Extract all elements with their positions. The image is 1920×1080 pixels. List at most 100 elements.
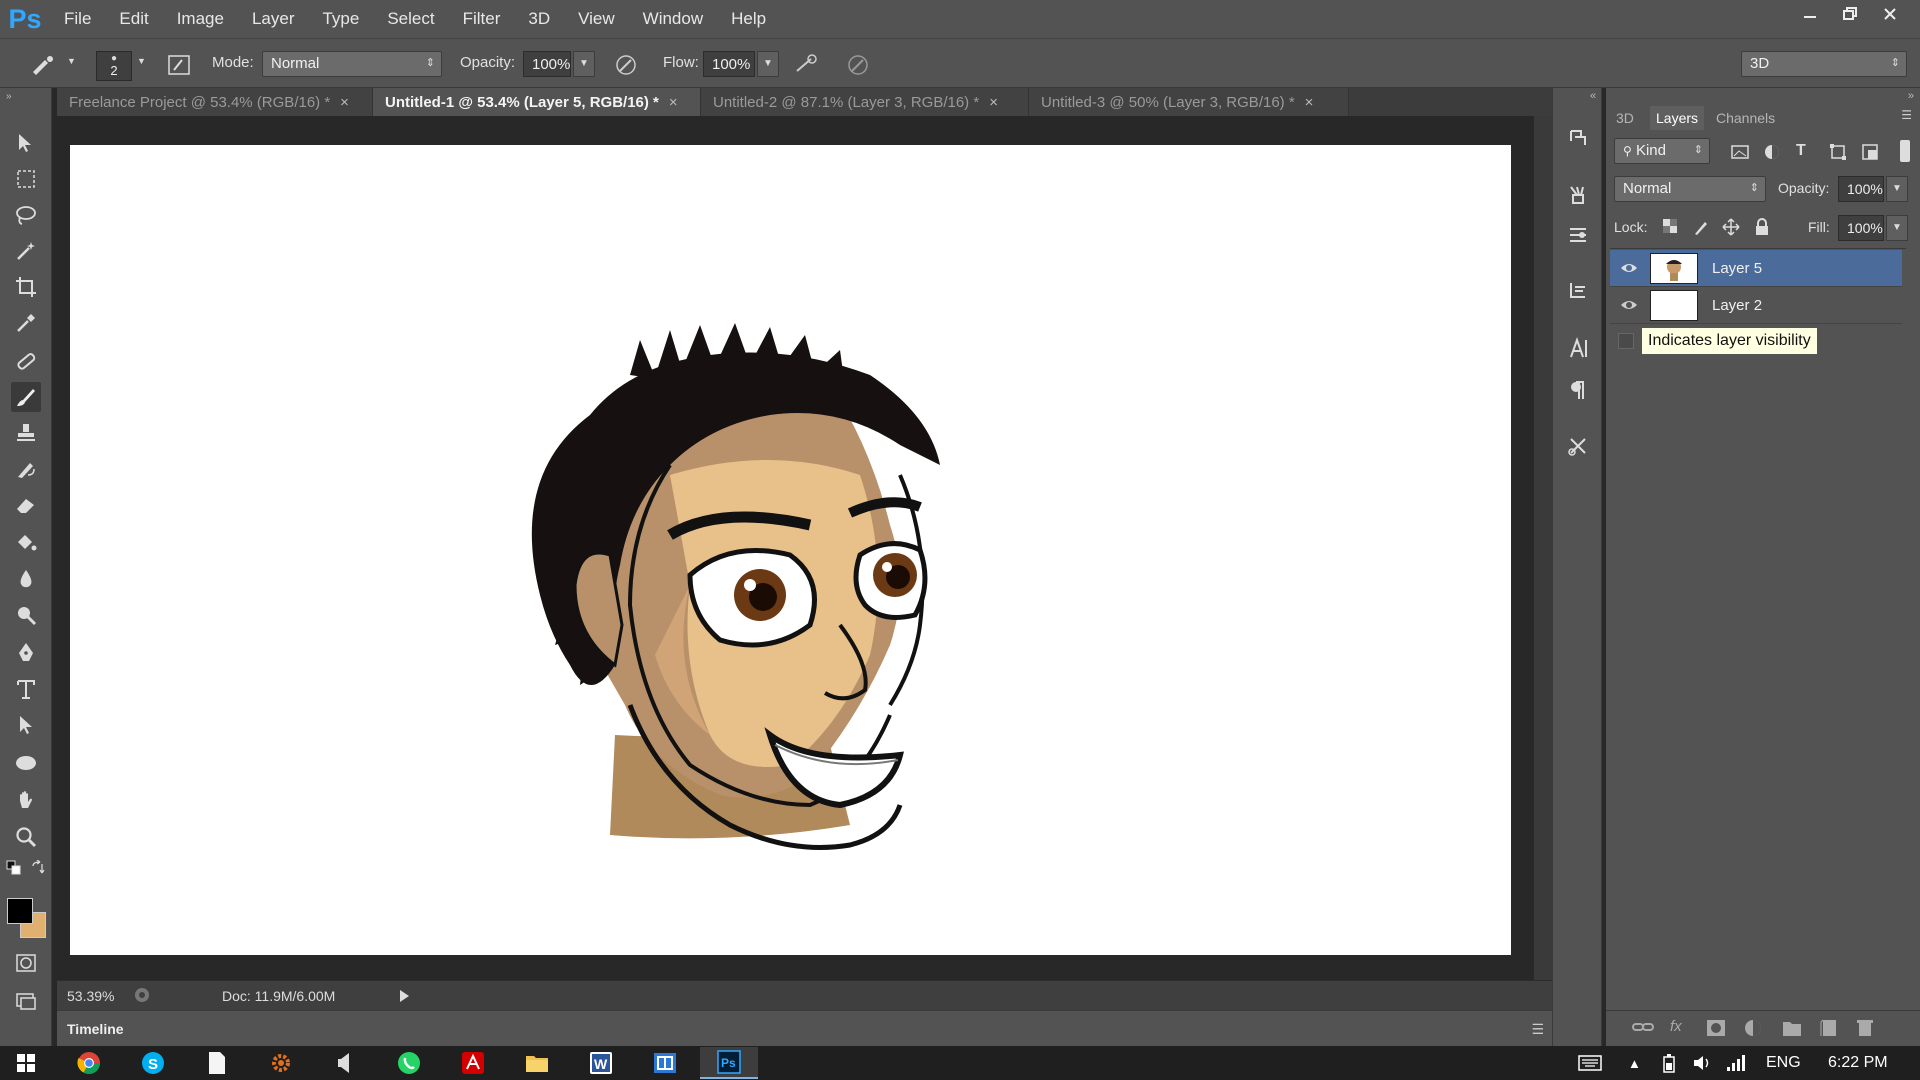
collapse-arrows-icon[interactable]: «: [1590, 90, 1596, 102]
filter-toggle[interactable]: [1900, 140, 1910, 162]
menu-type[interactable]: Type: [308, 0, 373, 38]
link-layers-icon[interactable]: [1632, 1019, 1654, 1035]
close-tab-icon[interactable]: ×: [989, 94, 998, 111]
clone-stamp-tool-icon[interactable]: [11, 418, 41, 448]
default-colors-icon[interactable]: [4, 858, 24, 878]
brush-tool-icon[interactable]: [11, 382, 41, 412]
tab-3d[interactable]: 3D: [1610, 106, 1640, 130]
flow-field[interactable]: 100%: [703, 51, 755, 77]
workspace-dropdown[interactable]: 3D ⇕: [1741, 51, 1907, 77]
chrome-icon[interactable]: [60, 1047, 118, 1079]
eyedropper-tool-icon[interactable]: [11, 308, 41, 338]
layer-name[interactable]: Layer 5: [1712, 260, 1762, 277]
pen-tool-icon[interactable]: [11, 638, 41, 668]
lock-position-icon[interactable]: [1722, 218, 1740, 236]
tab-channels[interactable]: Channels: [1710, 106, 1781, 130]
media-player-icon[interactable]: [316, 1047, 374, 1079]
visibility-checkbox[interactable]: [1618, 333, 1634, 349]
lock-transparent-icon[interactable]: [1662, 218, 1680, 236]
tab-freelance-project[interactable]: Freelance Project @ 53.4% (RGB/16) * ×: [57, 88, 373, 116]
notepad-icon[interactable]: [188, 1047, 246, 1079]
document-canvas[interactable]: [70, 145, 1511, 955]
pixel-filter-icon[interactable]: [1730, 142, 1750, 162]
history-panel-icon[interactable]: [1564, 124, 1592, 152]
airbrush-icon[interactable]: [792, 51, 820, 79]
settings-gear-icon[interactable]: [252, 1047, 310, 1079]
layer-style-icon[interactable]: fx: [1670, 1018, 1682, 1035]
panel-menu-icon[interactable]: ☰: [1901, 108, 1912, 122]
brush-size-picker[interactable]: ● 2: [96, 51, 132, 81]
timeline-panel[interactable]: Timeline ☰: [57, 1010, 1552, 1046]
eye-icon[interactable]: [1620, 297, 1638, 313]
panel-menu-icon[interactable]: ☰: [1531, 1021, 1544, 1038]
screen-mode-icon[interactable]: [11, 986, 41, 1016]
calculator-app-icon[interactable]: [636, 1047, 694, 1079]
move-tool-icon[interactable]: [11, 128, 41, 158]
menu-image[interactable]: Image: [163, 0, 238, 38]
brush-presets-icon[interactable]: [1564, 180, 1592, 208]
new-group-icon[interactable]: [1782, 1019, 1802, 1037]
hand-tool-icon[interactable]: [11, 786, 41, 816]
foreground-color-swatch[interactable]: [7, 898, 33, 924]
layer-row-layer-2[interactable]: Layer 2: [1610, 287, 1902, 324]
start-button[interactable]: [0, 1047, 52, 1079]
adjustment-layer-icon[interactable]: [1744, 1019, 1762, 1037]
network-signal-icon[interactable]: [1726, 1053, 1748, 1073]
add-mask-icon[interactable]: [1706, 1019, 1726, 1037]
marquee-tool-icon[interactable]: [11, 164, 41, 194]
input-language[interactable]: ENG: [1766, 1054, 1801, 1072]
menu-view[interactable]: View: [564, 0, 629, 38]
opacity-slider-button[interactable]: ▼: [573, 51, 595, 77]
skype-icon[interactable]: S: [124, 1047, 182, 1079]
flow-slider-button[interactable]: ▼: [757, 51, 779, 77]
menu-window[interactable]: Window: [629, 0, 717, 38]
tool-presets-icon[interactable]: [1564, 432, 1592, 460]
ellipse-tool-icon[interactable]: [11, 748, 41, 778]
zoom-level[interactable]: 53.39%: [67, 988, 114, 1004]
zoom-tool-icon[interactable]: [11, 822, 41, 852]
keyboard-icon[interactable]: [1578, 1055, 1602, 1071]
type-filter-icon[interactable]: T: [1796, 142, 1816, 162]
tab-untitled-2[interactable]: Untitled-2 @ 87.1% (Layer 3, RGB/16) * ×: [701, 88, 1029, 116]
path-selection-tool-icon[interactable]: [11, 710, 41, 740]
menu-filter[interactable]: Filter: [449, 0, 515, 38]
chevron-down-icon[interactable]: ▼: [67, 56, 76, 66]
word-icon[interactable]: W: [572, 1047, 630, 1079]
restore-button[interactable]: [1830, 0, 1870, 28]
lasso-tool-icon[interactable]: [11, 200, 41, 230]
volume-icon[interactable]: [1692, 1053, 1714, 1073]
menu-file[interactable]: File: [50, 0, 105, 38]
delete-layer-icon[interactable]: [1856, 1019, 1874, 1037]
pressure-size-icon[interactable]: [844, 51, 872, 79]
status-menu-arrow-icon[interactable]: [397, 987, 415, 1005]
chevron-down-icon[interactable]: ▼: [137, 56, 146, 66]
acrobat-icon[interactable]: [444, 1047, 502, 1079]
file-explorer-icon[interactable]: [508, 1047, 566, 1079]
paint-bucket-tool-icon[interactable]: [11, 528, 41, 558]
menu-layer[interactable]: Layer: [238, 0, 309, 38]
close-window-button[interactable]: [1870, 0, 1910, 28]
shape-filter-icon[interactable]: [1828, 142, 1848, 162]
collapse-arrows-icon[interactable]: »: [1908, 90, 1914, 102]
layer-name[interactable]: Layer 2: [1712, 297, 1762, 314]
swap-colors-icon[interactable]: [28, 858, 48, 878]
lock-pixels-icon[interactable]: [1692, 218, 1710, 236]
close-tab-icon[interactable]: ×: [340, 94, 349, 111]
mode-dropdown[interactable]: Normal ⇕: [262, 51, 442, 77]
magic-wand-tool-icon[interactable]: [11, 236, 41, 266]
battery-icon[interactable]: [1659, 1053, 1681, 1073]
smart-object-filter-icon[interactable]: [1860, 142, 1880, 162]
menu-select[interactable]: Select: [373, 0, 448, 38]
opacity-field[interactable]: 100%: [523, 51, 571, 77]
close-tab-icon[interactable]: ×: [1305, 94, 1314, 111]
menu-help[interactable]: Help: [717, 0, 780, 38]
whatsapp-icon[interactable]: [380, 1047, 438, 1079]
tab-untitled-3[interactable]: Untitled-3 @ 50% (Layer 3, RGB/16) * ×: [1029, 88, 1349, 116]
layer-opacity-field[interactable]: 100%: [1838, 176, 1884, 202]
vertical-scrollbar[interactable]: [1534, 116, 1552, 980]
dodge-tool-icon[interactable]: [11, 600, 41, 630]
brush-tool-preset-icon[interactable]: [28, 51, 56, 79]
brush-panel-icon[interactable]: [165, 51, 193, 79]
adjustments-icon[interactable]: [1564, 220, 1592, 248]
filter-kind-dropdown[interactable]: ⚲ Kind ⇕: [1614, 138, 1710, 164]
